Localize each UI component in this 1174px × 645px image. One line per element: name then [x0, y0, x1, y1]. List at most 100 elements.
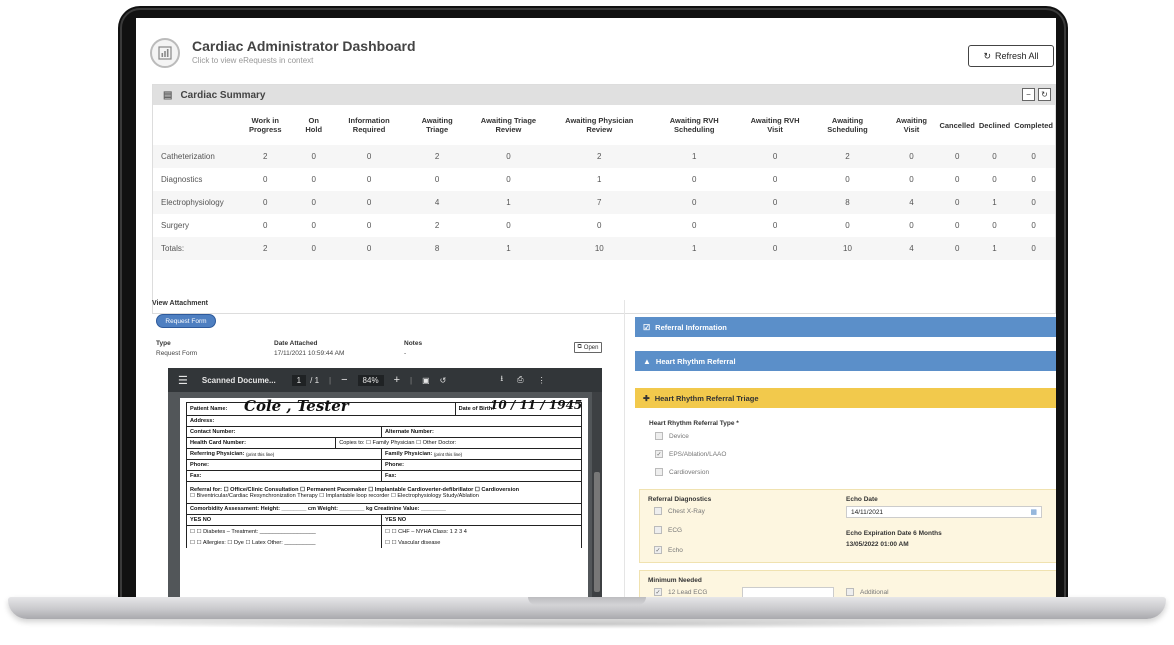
table-cell[interactable]: 0	[937, 237, 977, 260]
table-cell[interactable]: 4	[885, 191, 938, 214]
page-subtitle[interactable]: Click to view eRequests in context	[192, 56, 313, 65]
table-cell[interactable]: 0	[233, 191, 298, 214]
column-header[interactable]: Awaiting Triage	[408, 105, 466, 145]
ecg-12-lead-checkbox[interactable]: ✓	[654, 588, 662, 596]
table-cell[interactable]: 0	[741, 214, 810, 237]
fit-page-icon[interactable]: ▣	[422, 376, 430, 385]
table-cell[interactable]: 0	[937, 145, 977, 168]
column-header[interactable]: Awaiting Physician Review	[551, 105, 648, 145]
type-option-eps[interactable]: ✓ EPS/Ablation/LAAO	[655, 450, 726, 458]
table-cell[interactable]: 2	[408, 145, 467, 168]
table-cell[interactable]: 1	[647, 237, 741, 260]
table-cell[interactable]: 0	[740, 237, 810, 260]
table-cell[interactable]: 10	[809, 237, 886, 260]
table-cell[interactable]: 0	[1012, 168, 1055, 191]
ecg-12-lead-input[interactable]	[742, 587, 834, 597]
table-cell[interactable]: 1	[466, 237, 551, 260]
chest-xray-checkbox[interactable]	[654, 507, 662, 515]
table-cell[interactable]: 0	[330, 237, 409, 260]
table-cell[interactable]: 8	[408, 237, 467, 260]
print-icon[interactable]: ⎙	[517, 375, 523, 385]
table-cell[interactable]: 0	[330, 145, 409, 168]
zoom-in-icon[interactable]: +	[394, 374, 400, 386]
table-cell[interactable]: 0	[977, 168, 1012, 191]
table-cell[interactable]: 0	[233, 168, 297, 191]
table-cell[interactable]: 0	[1012, 145, 1055, 168]
table-cell[interactable]: 1	[466, 191, 551, 214]
table-cell[interactable]: 0	[1012, 214, 1055, 237]
table-cell[interactable]: 1	[551, 168, 648, 191]
ecg-checkbox[interactable]	[654, 526, 662, 534]
rotate-icon[interactable]: ↺	[440, 376, 447, 385]
table-cell[interactable]: 0	[330, 168, 408, 191]
table-cell[interactable]: 0	[885, 168, 937, 191]
table-cell[interactable]: 0	[740, 191, 810, 214]
table-cell[interactable]: 2	[233, 145, 298, 168]
column-header[interactable]: Declined	[977, 105, 1012, 145]
table-cell[interactable]: 0	[297, 237, 330, 260]
table-cell[interactable]: 0	[466, 214, 551, 237]
echo-date-input[interactable]: 14/11/2021 ▦	[846, 506, 1042, 518]
table-cell[interactable]: 4	[408, 191, 467, 214]
min-additional-docs[interactable]: Additional Documentation	[846, 588, 900, 597]
table-cell[interactable]: 0	[297, 145, 330, 168]
request-form-pill[interactable]: Request Form	[156, 314, 216, 328]
table-cell[interactable]: 2	[233, 237, 298, 260]
table-cell[interactable]: 0	[297, 168, 330, 191]
column-header[interactable]: Work in Progress	[233, 105, 297, 145]
table-cell[interactable]: 0	[330, 214, 408, 237]
table-cell[interactable]: 0	[466, 168, 551, 191]
table-cell[interactable]: 0	[937, 168, 976, 191]
table-cell[interactable]: 8	[809, 191, 886, 214]
zoom-out-icon[interactable]: −	[341, 374, 347, 386]
table-cell[interactable]: 10	[550, 237, 648, 260]
table-cell[interactable]: 0	[233, 214, 297, 237]
diag-chest-xray[interactable]: Chest X-Ray	[654, 507, 705, 515]
table-cell[interactable]: 0	[551, 214, 648, 237]
additional-docs-checkbox[interactable]	[846, 588, 854, 596]
column-header[interactable]: Completed	[1012, 105, 1055, 145]
table-cell[interactable]: 0	[648, 214, 741, 237]
cardioversion-checkbox[interactable]	[655, 468, 663, 476]
heart-rhythm-referral-bar[interactable]: ▲ Heart Rhythm Referral	[635, 351, 1056, 371]
table-cell[interactable]: 0	[977, 214, 1012, 237]
download-icon[interactable]: ⭳	[500, 373, 503, 387]
table-cell[interactable]: 1	[976, 237, 1013, 260]
column-header[interactable]: Awaiting RVH Visit	[741, 105, 810, 145]
refresh-panel-icon[interactable]: ↻	[1038, 88, 1051, 101]
table-cell[interactable]: 2	[408, 214, 466, 237]
table-cell[interactable]: 0	[466, 145, 551, 168]
table-cell[interactable]: 0	[937, 214, 976, 237]
table-cell[interactable]: 0	[885, 145, 938, 168]
triage-bar[interactable]: ✚ Heart Rhythm Referral Triage	[635, 388, 1056, 408]
column-header[interactable]: Awaiting RVH Scheduling	[648, 105, 741, 145]
table-cell[interactable]: 0	[976, 145, 1013, 168]
table-cell[interactable]: 1	[976, 191, 1013, 214]
refresh-all-button[interactable]: ↻ Refresh All	[968, 45, 1054, 67]
pdf-scrollbar[interactable]	[592, 392, 602, 597]
pdf-viewer[interactable]: Patient Name: Date of Birth: Address: Co…	[168, 392, 602, 597]
table-cell[interactable]: 0	[647, 191, 741, 214]
table-cell[interactable]: 0	[297, 214, 330, 237]
table-cell[interactable]: 2	[809, 145, 886, 168]
table-cell[interactable]: 0	[810, 214, 886, 237]
table-cell[interactable]: 7	[550, 191, 648, 214]
table-cell[interactable]: 0	[1012, 191, 1055, 214]
minimize-icon[interactable]: −	[1022, 88, 1035, 101]
referral-information-bar[interactable]: ☑ Referral Information	[635, 317, 1056, 337]
open-button[interactable]: ⧉ Open	[574, 342, 602, 353]
column-header[interactable]: Awaiting Triage Review	[466, 105, 551, 145]
min-12-lead-ecg[interactable]: ✓ 12 Lead ECG	[654, 588, 707, 596]
table-cell[interactable]: 2	[550, 145, 648, 168]
calendar-icon[interactable]: ▦	[1030, 508, 1037, 516]
column-header[interactable]: Cancelled	[937, 105, 976, 145]
diag-ecg[interactable]: ECG	[654, 526, 682, 534]
echo-checkbox[interactable]: ✓	[654, 546, 662, 554]
table-cell[interactable]: 0	[297, 191, 330, 214]
page-number-input[interactable]: 1	[291, 374, 307, 386]
table-cell[interactable]: 0	[648, 168, 741, 191]
table-cell[interactable]: 0	[408, 168, 466, 191]
type-option-device[interactable]: Device	[655, 432, 689, 440]
column-header[interactable]: Information Required	[330, 105, 408, 145]
device-checkbox[interactable]	[655, 432, 663, 440]
